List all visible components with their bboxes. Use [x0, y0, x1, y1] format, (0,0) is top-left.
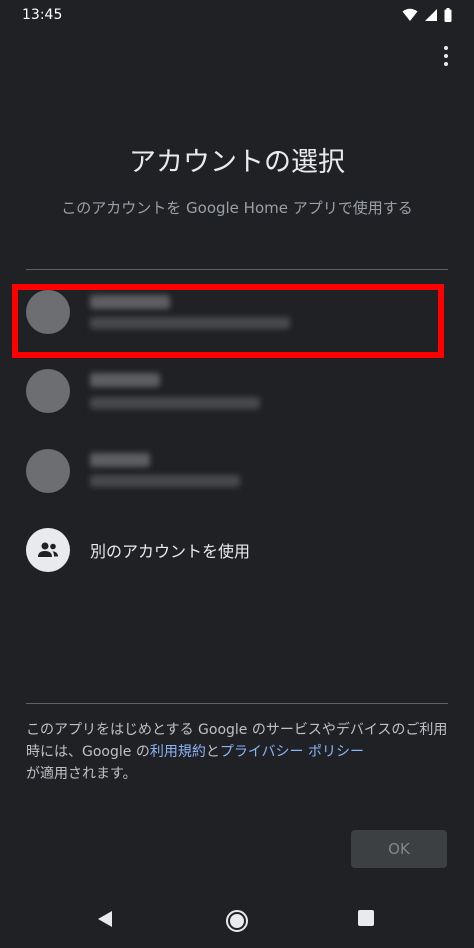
- avatar: [26, 528, 70, 572]
- navigation-bar: [0, 895, 474, 948]
- wifi-icon: [402, 8, 418, 21]
- ok-button[interactable]: OK: [351, 830, 447, 868]
- battery-icon: [444, 8, 452, 22]
- more-options-icon[interactable]: [436, 44, 456, 68]
- account-name: [90, 373, 160, 387]
- status-bar: 13:45: [0, 0, 474, 30]
- page-subtitle: このアカウントを Google Home アプリで使用する: [61, 199, 413, 217]
- account-email: [90, 397, 260, 409]
- legal-text-after: が適用されます。: [26, 766, 137, 782]
- use-another-account-button[interactable]: 別のアカウントを使用: [26, 528, 456, 572]
- avatar: [26, 369, 70, 413]
- privacy-link[interactable]: プライバシー ポリシー: [220, 744, 364, 760]
- back-icon[interactable]: [96, 909, 114, 929]
- legal-and: と: [205, 744, 220, 760]
- avatar: [26, 449, 70, 493]
- account-email: [90, 475, 240, 487]
- use-another-account-label: 別のアカウントを使用: [90, 542, 251, 561]
- divider: [26, 703, 448, 704]
- account-name: [90, 453, 150, 467]
- highlight-annotation: [12, 284, 444, 358]
- terms-link[interactable]: 利用規約: [150, 744, 206, 760]
- signal-icon: [425, 9, 437, 21]
- page-title: アカウントの選択: [129, 147, 345, 178]
- recent-apps-icon[interactable]: [357, 909, 375, 927]
- legal-text: このアプリをはじめとする Google のサービスやデバイスのご利用時には、Go…: [26, 719, 450, 785]
- status-icons: [402, 8, 452, 22]
- account-item[interactable]: [26, 369, 456, 429]
- people-icon: [38, 542, 58, 557]
- home-icon[interactable]: [225, 909, 249, 933]
- status-time: 13:45: [22, 7, 63, 23]
- account-item[interactable]: [26, 449, 456, 509]
- divider: [26, 269, 448, 270]
